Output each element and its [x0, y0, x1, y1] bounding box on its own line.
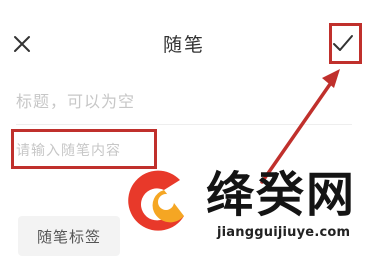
watermark-url: jiangguijiuye.com [217, 225, 351, 240]
app-header: 随笔 [0, 0, 368, 80]
watermark-logo-icon [128, 170, 184, 231]
watermark-text: 绛癸网 [206, 167, 357, 223]
tags-button-label: 随笔标签 [36, 227, 101, 246]
content-input[interactable] [16, 138, 156, 164]
divider [16, 124, 352, 125]
page-title: 随笔 [162, 34, 205, 56]
watermark: 绛癸网 jiangguijiuye.com [118, 166, 368, 249]
tags-button[interactable]: 随笔标签 [18, 216, 120, 256]
confirm-button[interactable] [329, 24, 357, 62]
checkmark-icon [333, 35, 353, 51]
title-input[interactable] [16, 86, 336, 116]
